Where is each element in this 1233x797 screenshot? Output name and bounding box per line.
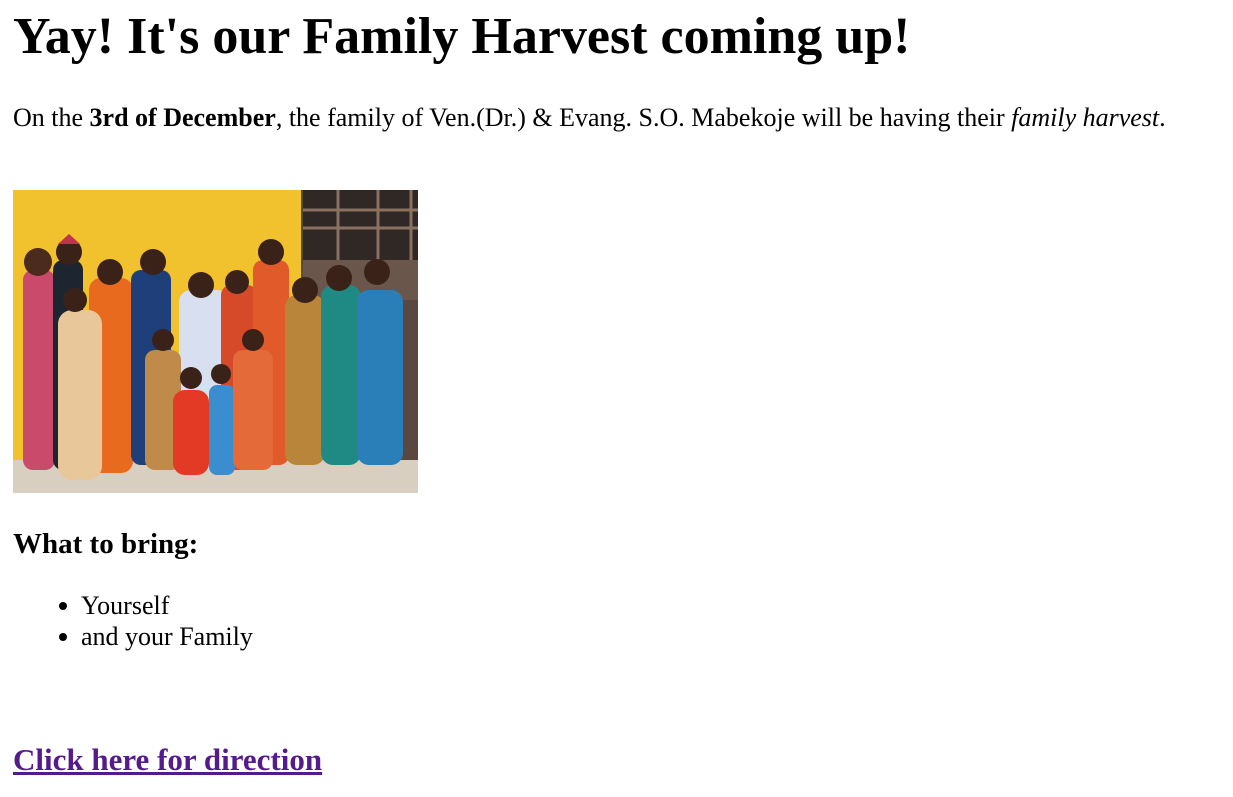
- intro-paragraph: On the 3rd of December, the family of Ve…: [13, 102, 1166, 134]
- bullet-icon: [59, 633, 67, 641]
- intro-middle: , the family of Ven.(Dr.) & Evang. S.O. …: [275, 103, 1012, 132]
- family-photo: [13, 190, 418, 493]
- bring-list: Yourself and your Family: [13, 590, 253, 652]
- bring-heading: What to bring:: [13, 528, 199, 560]
- intro-date: 3rd of December: [89, 103, 276, 132]
- intro-event: family harvest: [1011, 103, 1160, 132]
- list-item: and your Family: [59, 621, 253, 652]
- intro-suffix: .: [1159, 103, 1166, 132]
- intro-prefix: On the: [13, 103, 90, 132]
- bullet-icon: [59, 602, 67, 610]
- direction-link[interactable]: Click here for direction: [13, 741, 322, 779]
- family-photo-illustration: [13, 190, 418, 493]
- list-item-label: and your Family: [81, 622, 253, 651]
- list-item: Yourself: [59, 590, 253, 621]
- list-item-label: Yourself: [81, 591, 170, 620]
- page-title: Yay! It's our Family Harvest coming up!: [13, 8, 911, 65]
